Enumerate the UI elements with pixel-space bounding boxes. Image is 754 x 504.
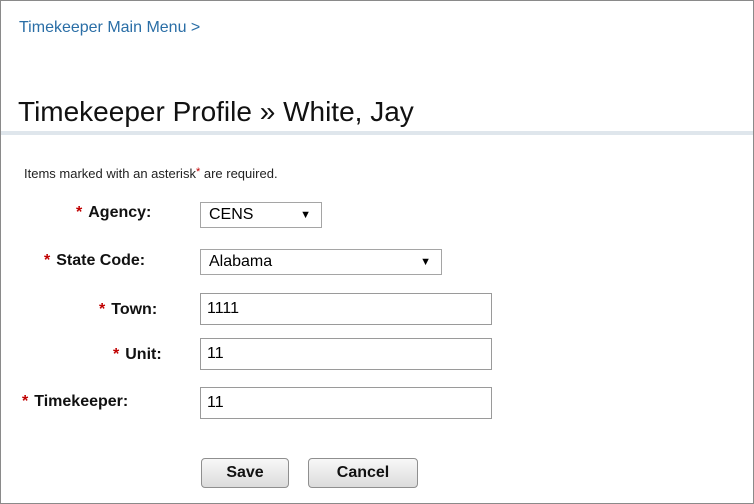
state-code-select[interactable]: Alabama ▼: [200, 249, 442, 275]
chevron-down-icon: ▼: [300, 209, 311, 221]
required-asterisk: *: [113, 346, 120, 363]
agency-select[interactable]: CENS ▼: [200, 202, 322, 228]
town-input[interactable]: [200, 293, 492, 325]
timekeeper-input[interactable]: [200, 387, 492, 419]
agency-label: * Agency:: [76, 204, 151, 222]
required-note: Items marked with an asterisk* are requi…: [24, 166, 278, 181]
town-label-text: Town:: [111, 301, 158, 318]
required-asterisk: *: [76, 204, 83, 221]
state-code-value: Alabama: [209, 253, 273, 270]
required-note-suffix: are required.: [200, 166, 278, 181]
chevron-down-icon: ▼: [420, 256, 431, 268]
cancel-button[interactable]: Cancel: [308, 458, 418, 488]
required-asterisk: *: [99, 301, 106, 318]
required-asterisk: *: [44, 252, 51, 269]
save-button[interactable]: Save: [201, 458, 289, 488]
unit-input[interactable]: [200, 338, 492, 370]
page-title: Timekeeper Profile » White, Jay: [18, 96, 414, 127]
state-code-label: * State Code:: [44, 252, 145, 270]
state-code-label-text: State Code:: [56, 252, 146, 269]
timekeeper-label-text: Timekeeper:: [34, 393, 129, 410]
agency-label-text: Agency:: [88, 204, 152, 221]
required-asterisk: *: [22, 393, 29, 410]
unit-label-text: Unit:: [125, 346, 162, 363]
town-label: * Town:: [99, 301, 157, 319]
agency-value: CENS: [209, 206, 254, 223]
unit-label: * Unit:: [113, 346, 162, 364]
breadcrumb-main-menu[interactable]: Timekeeper Main Menu >: [19, 19, 200, 37]
required-note-text: Items marked with an asterisk: [24, 166, 196, 181]
timekeeper-label: * Timekeeper:: [22, 393, 128, 411]
title-divider: [1, 131, 753, 135]
